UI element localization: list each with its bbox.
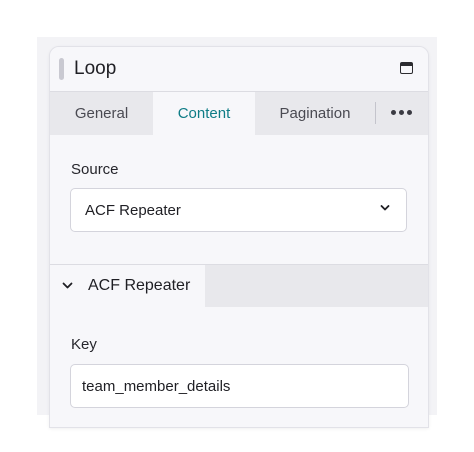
- chevron-down-icon: [380, 205, 390, 211]
- chevron-down-icon: [62, 282, 73, 289]
- key-label: Key: [71, 336, 97, 353]
- section-title: ACF Repeater: [88, 277, 191, 294]
- acf-repeater-section-toggle[interactable]: ACF Repeater: [50, 265, 205, 307]
- tab-bar: General Content Pagination: [50, 91, 428, 135]
- tab-general[interactable]: General: [50, 92, 153, 135]
- tab-divider: [375, 102, 376, 124]
- panel-title: Loop: [74, 58, 117, 79]
- loop-panel: Loop General Content Pagination Source A…: [49, 46, 429, 428]
- more-horizontal-icon[interactable]: [391, 110, 413, 116]
- key-input[interactable]: [70, 364, 409, 408]
- tab-content[interactable]: Content: [153, 92, 255, 135]
- drag-handle-icon[interactable]: [59, 58, 64, 80]
- source-select[interactable]: ACF Repeater: [70, 188, 407, 232]
- tab-pagination[interactable]: Pagination: [255, 92, 375, 135]
- window-icon[interactable]: [400, 62, 413, 74]
- panel-titlebar: Loop: [50, 47, 428, 91]
- acf-repeater-section-header: ACF Repeater: [50, 265, 428, 307]
- source-label: Source: [71, 161, 119, 178]
- source-select-value: ACF Repeater: [85, 202, 181, 219]
